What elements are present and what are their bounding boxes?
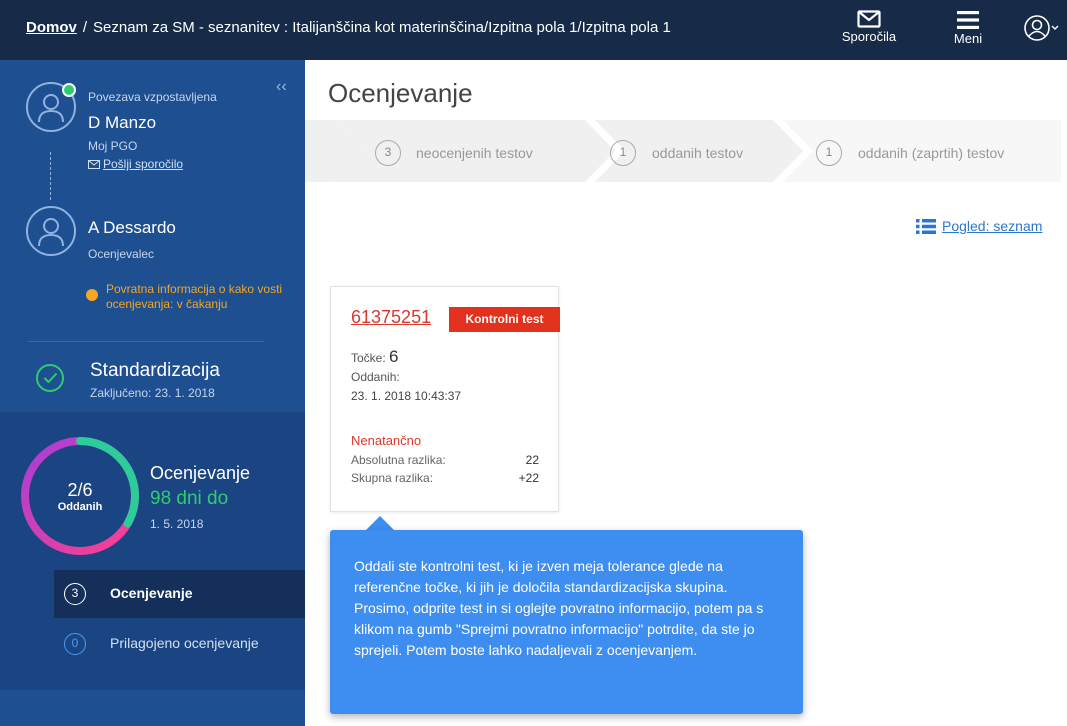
absolute-difference-label: Absolutna razlika: — [351, 453, 446, 467]
submitted-date: 23. 1. 2018 10:43:37 — [351, 389, 462, 403]
total-difference-value: +22 — [518, 471, 539, 485]
step-ungraded-count: 3 — [375, 140, 401, 166]
breadcrumb-separator: / — [82, 19, 88, 36]
leader-role: Moj PGO — [88, 139, 138, 153]
total-difference-row: Skupna razlika: +22 — [351, 471, 539, 485]
step-closed-count: 1 — [816, 140, 842, 166]
user-menu-button[interactable] — [1022, 14, 1062, 45]
sidebar-item-grading[interactable]: 3 Ocenjevanje — [54, 570, 305, 618]
check-circle-icon — [36, 364, 64, 392]
test-card: 61375251 Kontrolni test Točke: 6 Oddanih… — [330, 286, 560, 512]
sidebar: ‹‹ Povezava vzpostavljena D Manzo Moj PG… — [0, 60, 305, 726]
list-icon — [916, 219, 936, 234]
view-toggle-label: Pogled: seznam — [942, 218, 1043, 234]
person-icon — [38, 94, 64, 123]
page-title: Ocenjevanje — [328, 78, 473, 108]
breadcrumb-home-link[interactable]: Domov — [26, 19, 77, 36]
absolute-difference-value: 22 — [525, 453, 539, 467]
breadcrumb: Domov / Seznam za SM - seznanitev : Italij… — [26, 19, 671, 36]
pending-clock-icon — [86, 289, 98, 301]
grading-days-left: 98 dni do — [150, 488, 229, 509]
send-message-label: Pošlji sporočilo — [103, 157, 184, 171]
grading-progress-label: Oddanih — [57, 501, 103, 513]
points-value: 6 — [389, 347, 399, 366]
tooltip-message: Oddali ste kontrolni test, ki je izven m… — [354, 558, 764, 658]
connection-status: Povezava vzpostavljena — [88, 90, 217, 104]
step-ungraded-label: neocenjenih testov — [416, 145, 533, 161]
grader-avatar — [26, 206, 76, 256]
sidebar-divider — [28, 341, 264, 342]
sidebar-item-grading-label: Ocenjevanje — [110, 585, 193, 601]
grading-deadline: 1. 5. 2018 — [150, 517, 204, 531]
feedback-status: Povratna informacija o kako vosti ocenje… — [106, 282, 283, 311]
sidebar-item-custom-grading-label: Prilagojeno ocenjevanje — [110, 635, 259, 651]
control-test-badge: Kontrolni test — [449, 307, 560, 332]
step-submitted-count: 1 — [610, 140, 636, 166]
grading-panel: 2/6 Oddanih Ocenjevanje 98 dni do 1. 5. … — [0, 412, 305, 690]
breadcrumb-path: Seznam za SM - seznanitev : Italijanščin… — [93, 19, 671, 36]
online-status-dot — [62, 83, 76, 97]
absolute-difference-row: Absolutna razlika: 22 — [351, 453, 539, 467]
grading-progress-count: 2/6 — [67, 480, 93, 500]
send-message-link[interactable]: Pošlji sporočilo — [88, 157, 183, 171]
accuracy-status: Nenatančno — [351, 433, 422, 448]
step-submitted-label: oddanih testov — [652, 145, 744, 161]
envelope-icon — [88, 160, 100, 169]
menu-label: Meni — [953, 31, 983, 46]
submitted-label: Oddanih: — [351, 370, 400, 384]
tooltip-arrow — [366, 516, 394, 530]
leader-name: D Manzo — [88, 113, 157, 132]
feedback-tooltip: Oddali ste kontrolni test, ki je izven m… — [330, 530, 803, 714]
envelope-icon — [857, 10, 881, 28]
sidebar-item-custom-grading[interactable]: 0 Prilagojeno ocenjevanje — [54, 620, 305, 668]
standardization-date: Zaključeno: 23. 1. 2018 — [90, 386, 215, 400]
connector-line — [50, 152, 51, 200]
messages-button[interactable]: Sporočila — [838, 10, 900, 44]
menu-button[interactable]: Meni — [946, 10, 990, 46]
points-label: Točke: — [351, 351, 386, 365]
standardization-title: Standardizacija — [90, 360, 220, 381]
grading-count-badge: 3 — [64, 583, 86, 605]
person-icon — [38, 218, 64, 247]
grader-role: Ocenjevalec — [88, 247, 155, 261]
chevron-down-icon — [1051, 25, 1059, 30]
collapse-sidebar-button[interactable]: ‹‹ — [276, 78, 287, 96]
custom-grading-count-badge: 0 — [64, 633, 86, 655]
grader-name: A Dessardo — [88, 218, 176, 237]
messages-label: Sporočila — [841, 29, 897, 44]
total-difference-label: Skupna razlika: — [351, 471, 434, 485]
view-toggle-link[interactable]: Pogled: seznam — [916, 218, 1042, 234]
top-bar: Domov / Seznam za SM - seznanitev : Italij… — [0, 0, 1067, 60]
step-closed-label: oddanih (zaprtih) testov — [858, 145, 1005, 161]
points-row: Točke: 6 — [351, 347, 399, 367]
user-icon — [1024, 15, 1059, 41]
hamburger-icon — [957, 11, 979, 29]
test-id-link[interactable]: 61375251 — [351, 307, 431, 328]
grading-title: Ocenjevanje — [150, 463, 251, 483]
